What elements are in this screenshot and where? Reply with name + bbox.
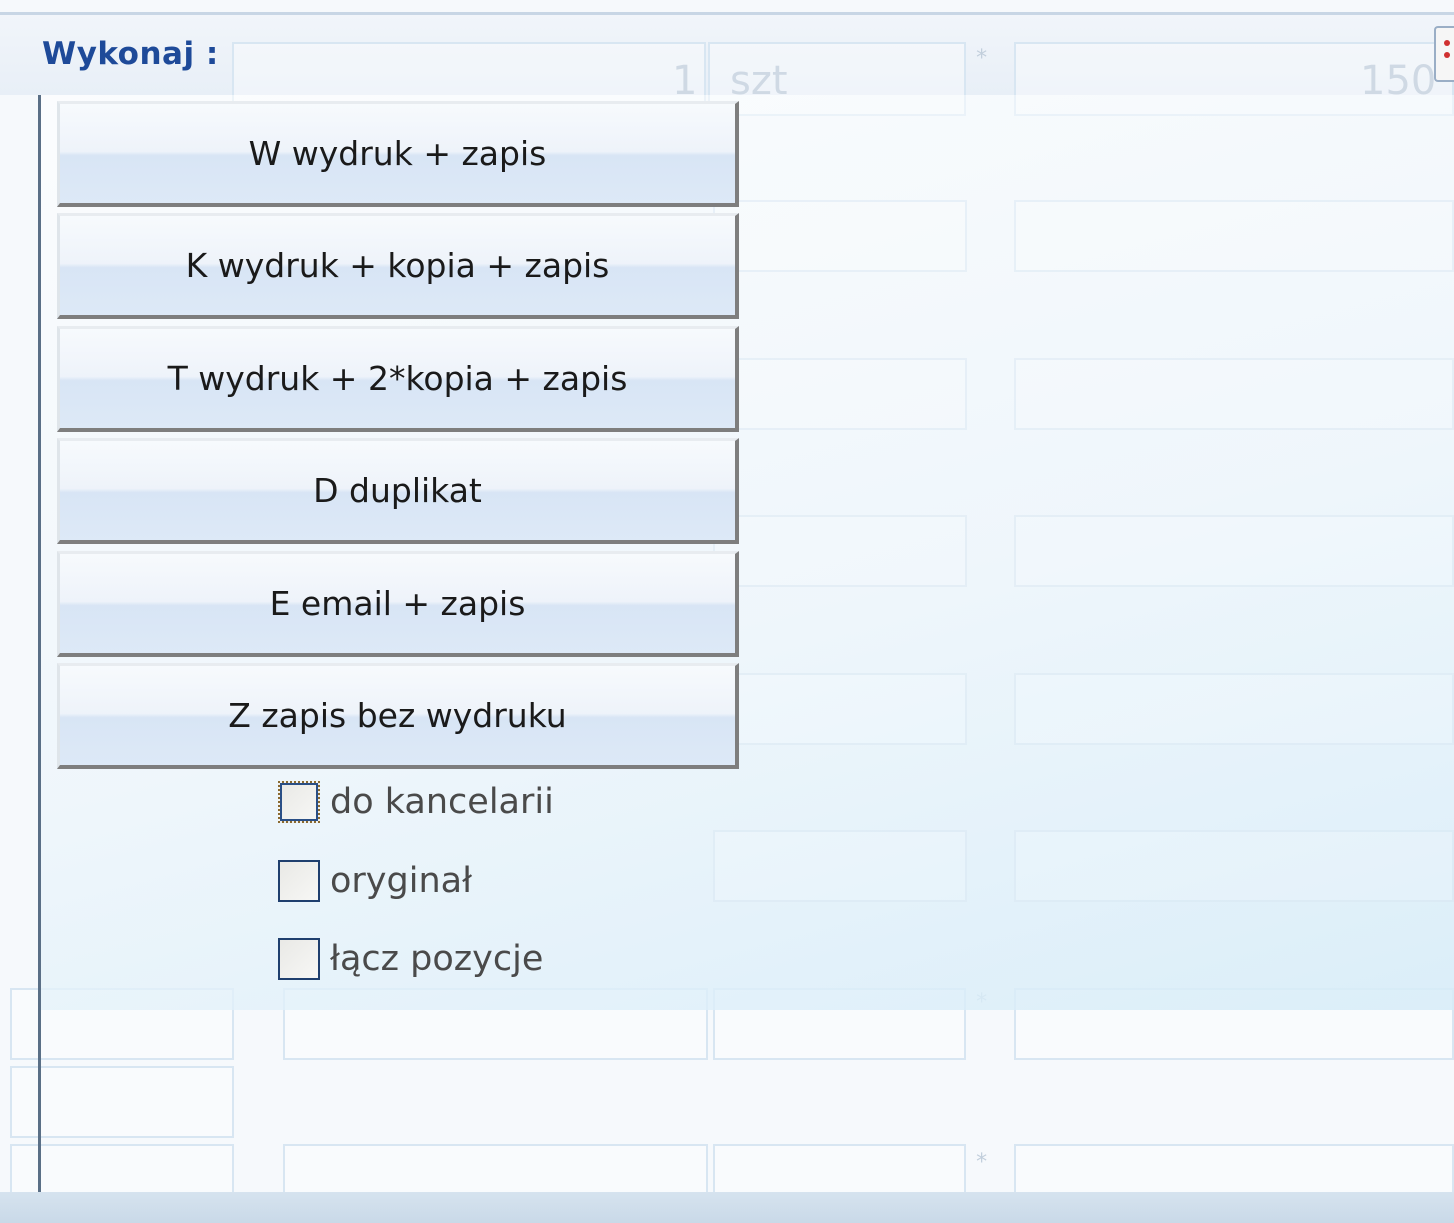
bg-field — [713, 830, 967, 902]
close-icon[interactable] — [1434, 26, 1454, 82]
dialog-title: Wykonaj : — [42, 36, 219, 72]
duplicate-button[interactable]: D duplikat — [57, 438, 739, 544]
bg-field — [1014, 358, 1454, 430]
print-two-copies-save-button[interactable]: T wydruk + 2*kopia + zapis — [57, 326, 739, 432]
wykonaj-dialog: 1 szt 150 * * * Wykonaj : W wydruk + — [0, 0, 1454, 1223]
print-copy-save-button[interactable]: K wydruk + kopia + zapis — [57, 213, 739, 319]
bg-multiply-sign: * — [975, 1150, 989, 1175]
bg-field — [10, 1066, 234, 1138]
bg-field — [1014, 830, 1454, 902]
status-bar — [0, 1192, 1454, 1223]
option-do-kancelarii[interactable]: do kancelarii — [278, 779, 554, 825]
bg-field — [713, 673, 967, 745]
bg-field — [713, 515, 967, 587]
lacz-pozycje-label: łącz pozycje — [330, 939, 544, 979]
print-save-button[interactable]: W wydruk + zapis — [57, 101, 739, 207]
bg-field — [713, 200, 967, 272]
oryginal-checkbox[interactable] — [278, 860, 320, 902]
option-oryginal[interactable]: oryginał — [278, 858, 472, 904]
save-without-print-button[interactable]: Z zapis bez wydruku — [57, 663, 739, 769]
email-save-button[interactable]: E email + zapis — [57, 551, 739, 657]
bg-field — [1014, 673, 1454, 745]
oryginal-label: oryginał — [330, 861, 473, 901]
do-kancelarii-label: do kancelarii — [330, 782, 554, 822]
bg-field — [1014, 200, 1454, 272]
bg-field — [713, 358, 967, 430]
bg-multiply-sign: * — [975, 46, 989, 71]
panel-left-border — [38, 95, 41, 1193]
bg-field — [1014, 515, 1454, 587]
lacz-pozycje-checkbox[interactable] — [278, 938, 320, 980]
do-kancelarii-checkbox[interactable] — [278, 781, 320, 823]
option-lacz-pozycje[interactable]: łącz pozycje — [278, 936, 543, 982]
